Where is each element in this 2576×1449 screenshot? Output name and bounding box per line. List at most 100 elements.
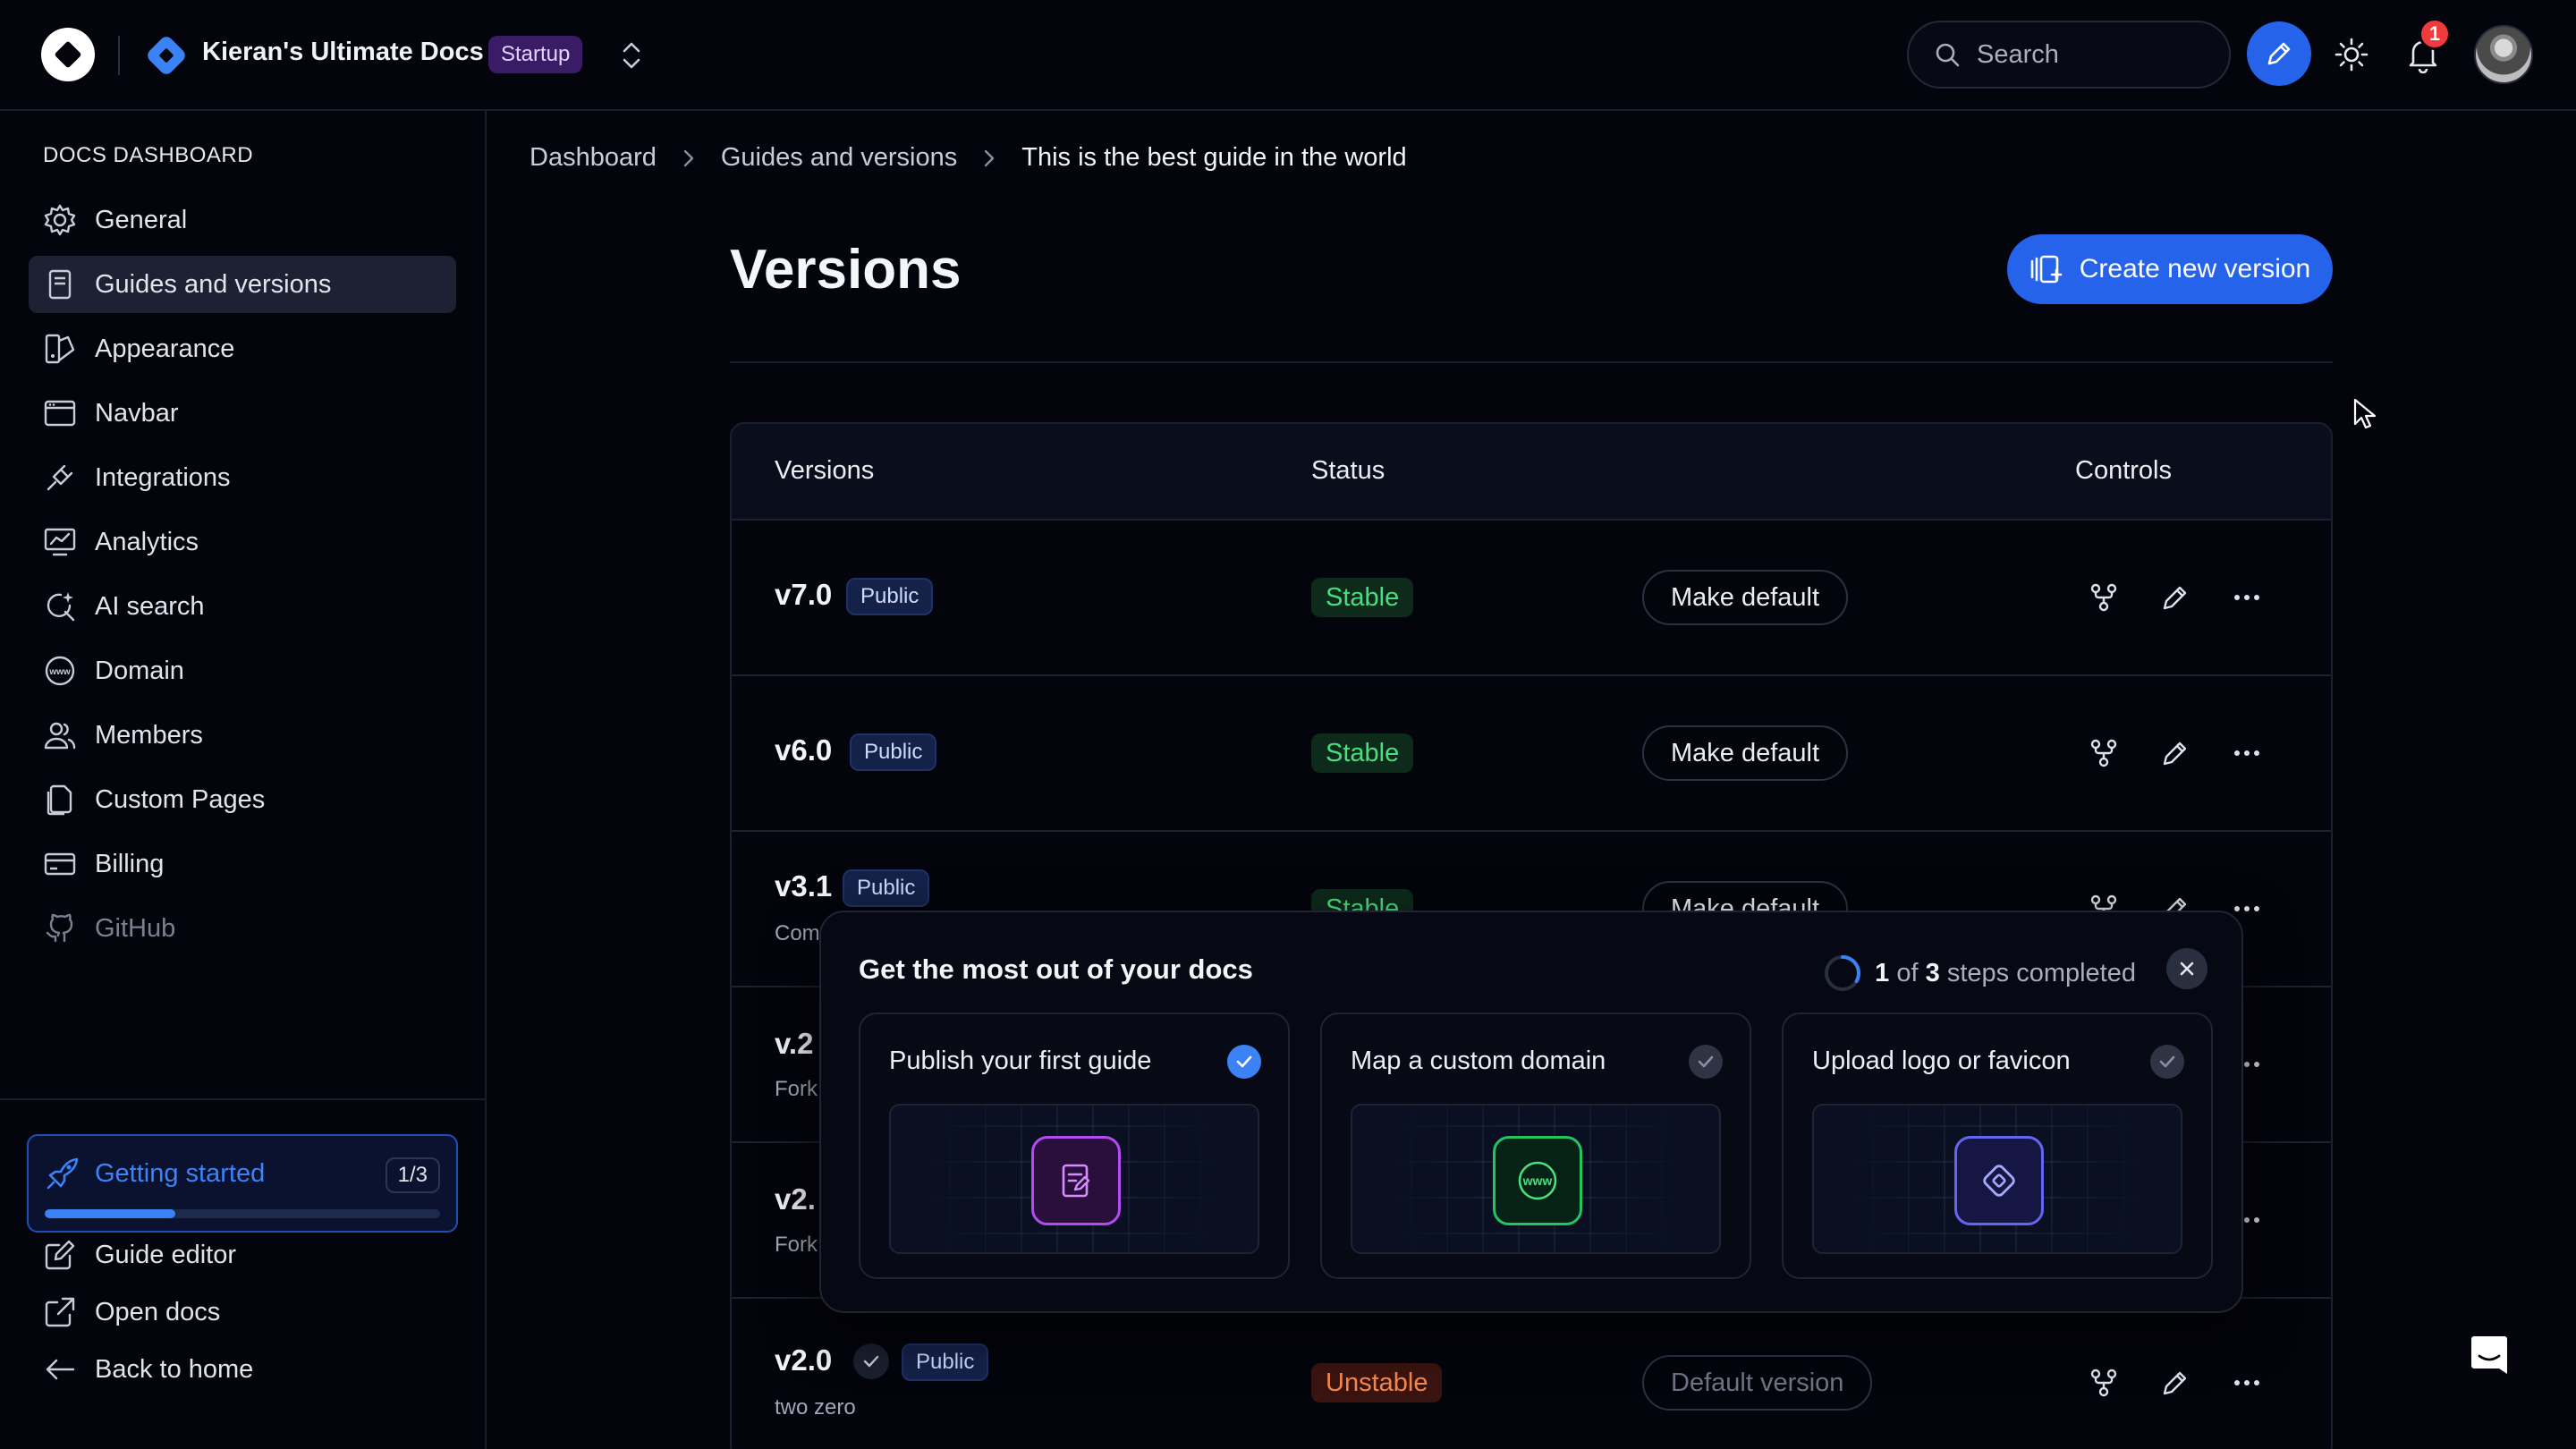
add-version-icon xyxy=(2030,255,2063,284)
onboarding-card-upload-logo[interactable]: Upload logo or favicon xyxy=(1782,1013,2213,1279)
fork-icon[interactable] xyxy=(2084,1363,2123,1402)
sidebar: DOCS DASHBOARD General Guides and versio… xyxy=(0,111,487,1449)
mouse-cursor-icon xyxy=(2352,397,2379,436)
onboarding-card-custom-domain[interactable]: Map a custom domain www xyxy=(1320,1013,1751,1279)
version-name: v7.0 xyxy=(775,578,833,611)
sidebar-item-analytics[interactable]: Analytics xyxy=(29,513,456,571)
onboarding-panel: Get the most out of your docs 1 of 3 ste… xyxy=(819,911,2243,1313)
visibility-badge: Public xyxy=(843,869,930,907)
card-icon xyxy=(44,852,76,876)
version-description: Fork xyxy=(775,1077,818,1101)
onboarding-card-label: Map a custom domain xyxy=(1351,1046,1606,1075)
www-icon: www xyxy=(45,656,75,686)
sidebar-item-navbar[interactable]: Navbar xyxy=(29,385,456,442)
make-default-button[interactable]: Make default xyxy=(1642,570,1849,625)
getting-started-count: 1/3 xyxy=(385,1157,440,1193)
sidebar-item-domain[interactable]: www Domain xyxy=(29,642,456,699)
external-link-icon xyxy=(45,1297,75,1327)
edit-icon xyxy=(45,1240,75,1270)
chart-icon xyxy=(44,528,76,556)
steps-of: of xyxy=(1896,958,1919,987)
sidebar-item-guides-and-versions[interactable]: Guides and versions xyxy=(29,256,456,313)
sidebar-item-general[interactable]: General xyxy=(29,191,456,249)
search-box[interactable] xyxy=(1907,21,2231,89)
guide-icon xyxy=(1031,1136,1121,1225)
version-description: Com xyxy=(775,921,820,945)
github-icon xyxy=(46,913,73,943)
table-row[interactable]: v7.0 Public Stable Make default xyxy=(732,521,2331,676)
more-icon[interactable] xyxy=(2227,733,2267,773)
open-docs-label: Open docs xyxy=(95,1297,221,1326)
guide-editor-label: Guide editor xyxy=(95,1240,236,1269)
sidebar-item-ai-search[interactable]: AI search xyxy=(29,578,456,635)
edit-button[interactable] xyxy=(2247,21,2311,86)
search-input[interactable] xyxy=(1977,39,2200,70)
visibility-badge: Public xyxy=(850,733,937,771)
sidebar-heading: DOCS DASHBOARD xyxy=(43,143,254,167)
sidebar-item-billing[interactable]: Billing xyxy=(29,835,456,893)
breadcrumb: Dashboard Guides and versions This is th… xyxy=(530,143,1407,173)
open-docs-link[interactable]: Open docs xyxy=(43,1295,220,1329)
pencil-icon xyxy=(2267,42,2291,65)
chat-icon[interactable] xyxy=(2469,1333,2507,1374)
pencil-icon[interactable] xyxy=(2156,1363,2195,1402)
fork-icon[interactable] xyxy=(2084,733,2123,773)
avatar[interactable] xyxy=(2474,25,2533,84)
sidebar-item-label: Members xyxy=(95,720,203,750)
create-version-button[interactable]: Create new version xyxy=(2007,234,2333,304)
status-badge: Stable xyxy=(1311,733,1414,773)
close-icon[interactable] xyxy=(2166,948,2207,989)
sidebar-item-label: AI search xyxy=(95,591,205,621)
document-icon xyxy=(48,269,72,300)
chevron-right-icon xyxy=(682,148,696,168)
sidebar-item-custom-pages[interactable]: Custom Pages xyxy=(29,771,456,828)
table-row[interactable]: v2.0 Public two zero Unstable Default ve… xyxy=(732,1299,2331,1449)
pencil-icon[interactable] xyxy=(2156,578,2195,617)
pencil-icon[interactable] xyxy=(2156,733,2195,773)
column-header-status: Status xyxy=(1311,456,1385,485)
onboarding-progress: 1 of 3 steps completed xyxy=(1823,953,2136,993)
sidebar-item-github[interactable]: GitHub xyxy=(29,900,456,957)
theme-toggle-button[interactable] xyxy=(2331,34,2372,75)
getting-started-card[interactable]: Getting started 1/3 xyxy=(27,1134,458,1233)
table-row[interactable]: v6.0 Public Stable Make default xyxy=(732,676,2331,832)
sidebar-item-label: GitHub xyxy=(95,913,176,943)
create-version-label: Create new version xyxy=(2079,254,2311,284)
breadcrumb-item[interactable]: Guides and versions xyxy=(721,143,957,173)
status-badge: Unstable xyxy=(1311,1363,1443,1402)
sidebar-item-members[interactable]: Members xyxy=(29,707,456,764)
steps-total: 3 xyxy=(1925,958,1940,987)
onboarding-card-preview: www xyxy=(1351,1104,1721,1254)
column-header-controls: Controls xyxy=(2075,456,2172,485)
onboarding-card-preview xyxy=(1812,1104,2182,1254)
guide-editor-link[interactable]: Guide editor xyxy=(43,1238,236,1272)
check-icon xyxy=(853,1343,889,1379)
plug-icon xyxy=(47,464,73,491)
app-logo[interactable] xyxy=(41,28,95,81)
check-icon xyxy=(2150,1045,2184,1079)
ai-search-icon xyxy=(47,592,75,622)
onboarding-card-preview xyxy=(889,1104,1259,1254)
onboarding-title: Get the most out of your docs xyxy=(859,953,1253,985)
onboarding-card-label: Publish your first guide xyxy=(889,1046,1152,1075)
breadcrumb-current: This is the best guide in the world xyxy=(1021,143,1407,172)
version-name: v2. xyxy=(775,1182,816,1216)
back-to-home-link[interactable]: Back to home xyxy=(43,1352,253,1386)
top-bar: Kieran's Ultimate Docs Startup 1 xyxy=(0,0,2576,111)
status-badge: Stable xyxy=(1311,578,1414,617)
make-default-button[interactable]: Make default xyxy=(1642,725,1849,781)
sidebar-item-label: Domain xyxy=(95,656,184,685)
breadcrumb-item[interactable]: Dashboard xyxy=(530,143,657,173)
more-icon[interactable] xyxy=(2227,578,2267,617)
onboarding-card-publish-guide[interactable]: Publish your first guide xyxy=(859,1013,1290,1279)
sidebar-item-integrations[interactable]: Integrations xyxy=(29,449,456,506)
project-switcher-icon[interactable] xyxy=(614,38,649,73)
fork-icon[interactable] xyxy=(2084,578,2123,617)
more-icon[interactable] xyxy=(2227,1363,2267,1402)
sidebar-item-label: Custom Pages xyxy=(95,784,266,814)
search-icon xyxy=(1936,43,1960,67)
users-icon xyxy=(44,722,76,750)
project-name[interactable]: Kieran's Ultimate Docs xyxy=(202,38,484,67)
sidebar-item-appearance[interactable]: Appearance xyxy=(29,320,456,377)
sidebar-item-label: General xyxy=(95,205,188,234)
